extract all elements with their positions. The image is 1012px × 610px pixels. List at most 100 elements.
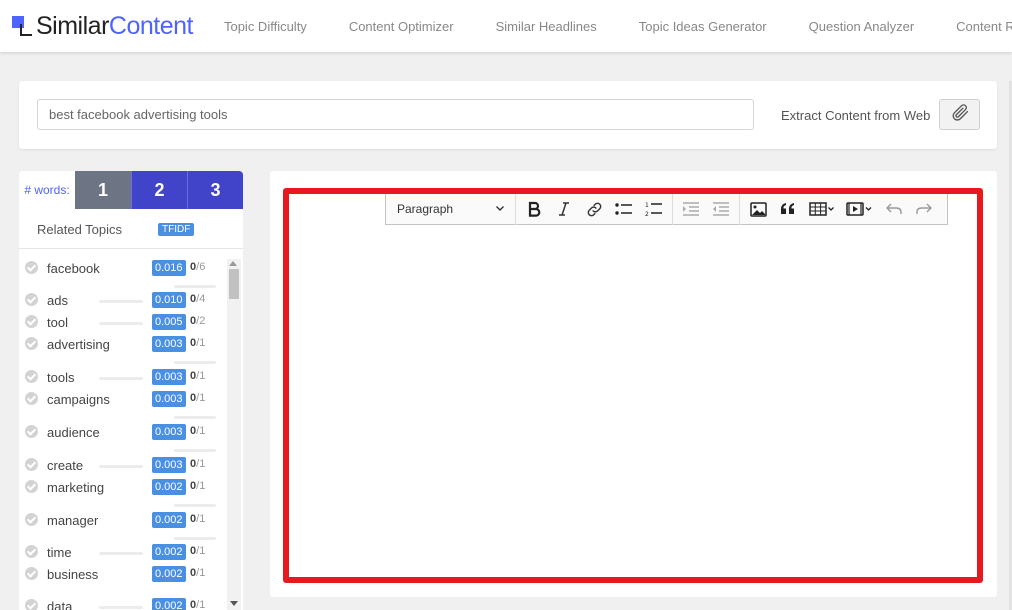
outdent-button[interactable] [706,194,736,225]
check-circle-icon [25,513,38,526]
indent-button[interactable] [676,194,706,225]
link-button[interactable] [579,194,609,225]
topic-item[interactable]: marketing 0.002 0/1 [19,479,227,507]
keyword-input[interactable] [37,99,754,130]
insert-media-button[interactable] [841,194,879,225]
scroll-thumb[interactable] [229,269,239,299]
topic-name: facebook [47,261,100,276]
topic-item[interactable]: facebook 0.016 0/6 [19,260,227,288]
nav-topic-ideas-generator[interactable]: Topic Ideas Generator [639,19,767,34]
extract-content-button[interactable] [939,99,980,130]
topic-score: 0.003 [152,391,186,407]
word-tab-3[interactable]: 3 [187,171,243,209]
check-circle-icon [25,480,38,493]
table-icon [809,202,835,216]
logo[interactable]: SimilarContent [12,12,193,41]
indent-group [673,193,740,225]
bulleted-list-icon [615,201,633,217]
topic-item[interactable]: tool 0.005 0/2 [19,314,227,335]
nav-content-research[interactable]: Content Research [956,19,1012,34]
topic-item[interactable]: manager 0.002 0/1 [19,512,227,540]
topic-score: 0.003 [152,336,186,352]
topic-count: 0/6 [190,261,206,273]
insert-image-button[interactable] [743,194,773,225]
topic-name: data [47,599,73,610]
tfidf-badge[interactable]: TFIDF [158,223,195,236]
nav-question-analyzer[interactable]: Question Analyzer [809,19,915,34]
topic-progress-bar [174,449,216,452]
topic-name: manager [47,513,99,528]
topic-progress-bar [174,361,216,364]
topic-item[interactable]: data 0.002 0/1 [19,598,227,610]
paragraph-format-select[interactable]: Paragraph [386,193,516,225]
undo-icon [886,202,902,216]
topic-count: 0/1 [190,513,206,525]
topic-score: 0.003 [152,424,186,440]
topic-progress-bar [174,285,216,288]
topic-name: advertising [47,337,110,352]
topic-count: 0/1 [190,392,206,404]
scroll-down-arrow-icon[interactable] [230,601,238,606]
nav-content-optimizer[interactable]: Content Optimizer [349,19,454,34]
svg-text:1: 1 [645,202,649,209]
topic-item[interactable]: campaigns 0.003 0/1 [19,391,227,419]
outdent-icon [712,201,730,217]
check-circle-icon [25,392,38,405]
logo-mark-icon [12,14,34,38]
topic-count: 0/1 [190,567,206,579]
topic-progress-bar [99,322,143,325]
topic-name: marketing [47,480,105,495]
editor-toolbar: Paragraph 12 [385,193,948,225]
topic-count: 0/1 [190,480,206,492]
nav-topic-difficulty[interactable]: Topic Difficulty [224,19,307,34]
insert-table-button[interactable] [803,194,841,225]
nav-similar-headlines[interactable]: Similar Headlines [496,19,597,34]
topic-item[interactable]: time 0.002 0/1 [19,544,227,565]
check-circle-icon [25,458,38,471]
topic-score: 0.002 [152,598,186,610]
italic-icon [558,201,570,217]
undo-button[interactable] [879,194,909,225]
topic-count: 0/1 [190,337,206,349]
italic-button[interactable] [549,194,579,225]
topic-count: 0/4 [190,293,206,305]
topic-progress-bar [99,465,143,468]
topic-score: 0.010 [152,292,186,308]
logo-text: SimilarContent [36,11,193,40]
scroll-up-arrow-icon[interactable] [229,261,237,266]
topic-score: 0.003 [152,369,186,385]
topic-progress-bar [99,300,143,303]
blockquote-button[interactable] [773,194,803,225]
media-icon [846,202,874,216]
topic-count: 0/1 [190,425,206,437]
topic-item[interactable]: business 0.002 0/1 [19,566,227,587]
redo-button[interactable] [909,194,939,225]
topic-count: 0/1 [190,370,206,382]
topic-item[interactable]: ads 0.010 0/4 [19,292,227,313]
word-tab-1[interactable]: 1 [75,171,131,209]
topic-name: create [47,458,84,473]
numbered-list-button[interactable]: 12 [639,194,669,225]
topic-item[interactable]: audience 0.003 0/1 [19,424,227,452]
topic-list-scrollbar[interactable] [227,259,241,610]
word-tab-2[interactable]: 2 [131,171,187,209]
topic-name: tools [47,370,75,385]
topic-name: audience [47,425,100,440]
topic-progress-bar [99,552,143,555]
topic-progress-bar [174,537,216,540]
topic-score: 0.002 [152,479,186,495]
topic-item[interactable]: tools 0.003 0/1 [19,369,227,390]
link-icon [586,201,603,218]
topic-item[interactable]: advertising 0.003 0/1 [19,336,227,364]
topic-score: 0.002 [152,544,186,560]
topic-score: 0.005 [152,314,186,330]
editor-content-area[interactable] [283,188,983,583]
bulleted-list-button[interactable] [609,194,639,225]
topic-item[interactable]: create 0.003 0/1 [19,457,227,478]
bold-button[interactable] [519,194,549,225]
check-circle-icon [25,370,38,383]
chevron-down-icon [495,202,505,216]
bold-icon [527,201,541,217]
check-circle-icon [25,315,38,328]
topic-count: 0/1 [190,545,206,557]
